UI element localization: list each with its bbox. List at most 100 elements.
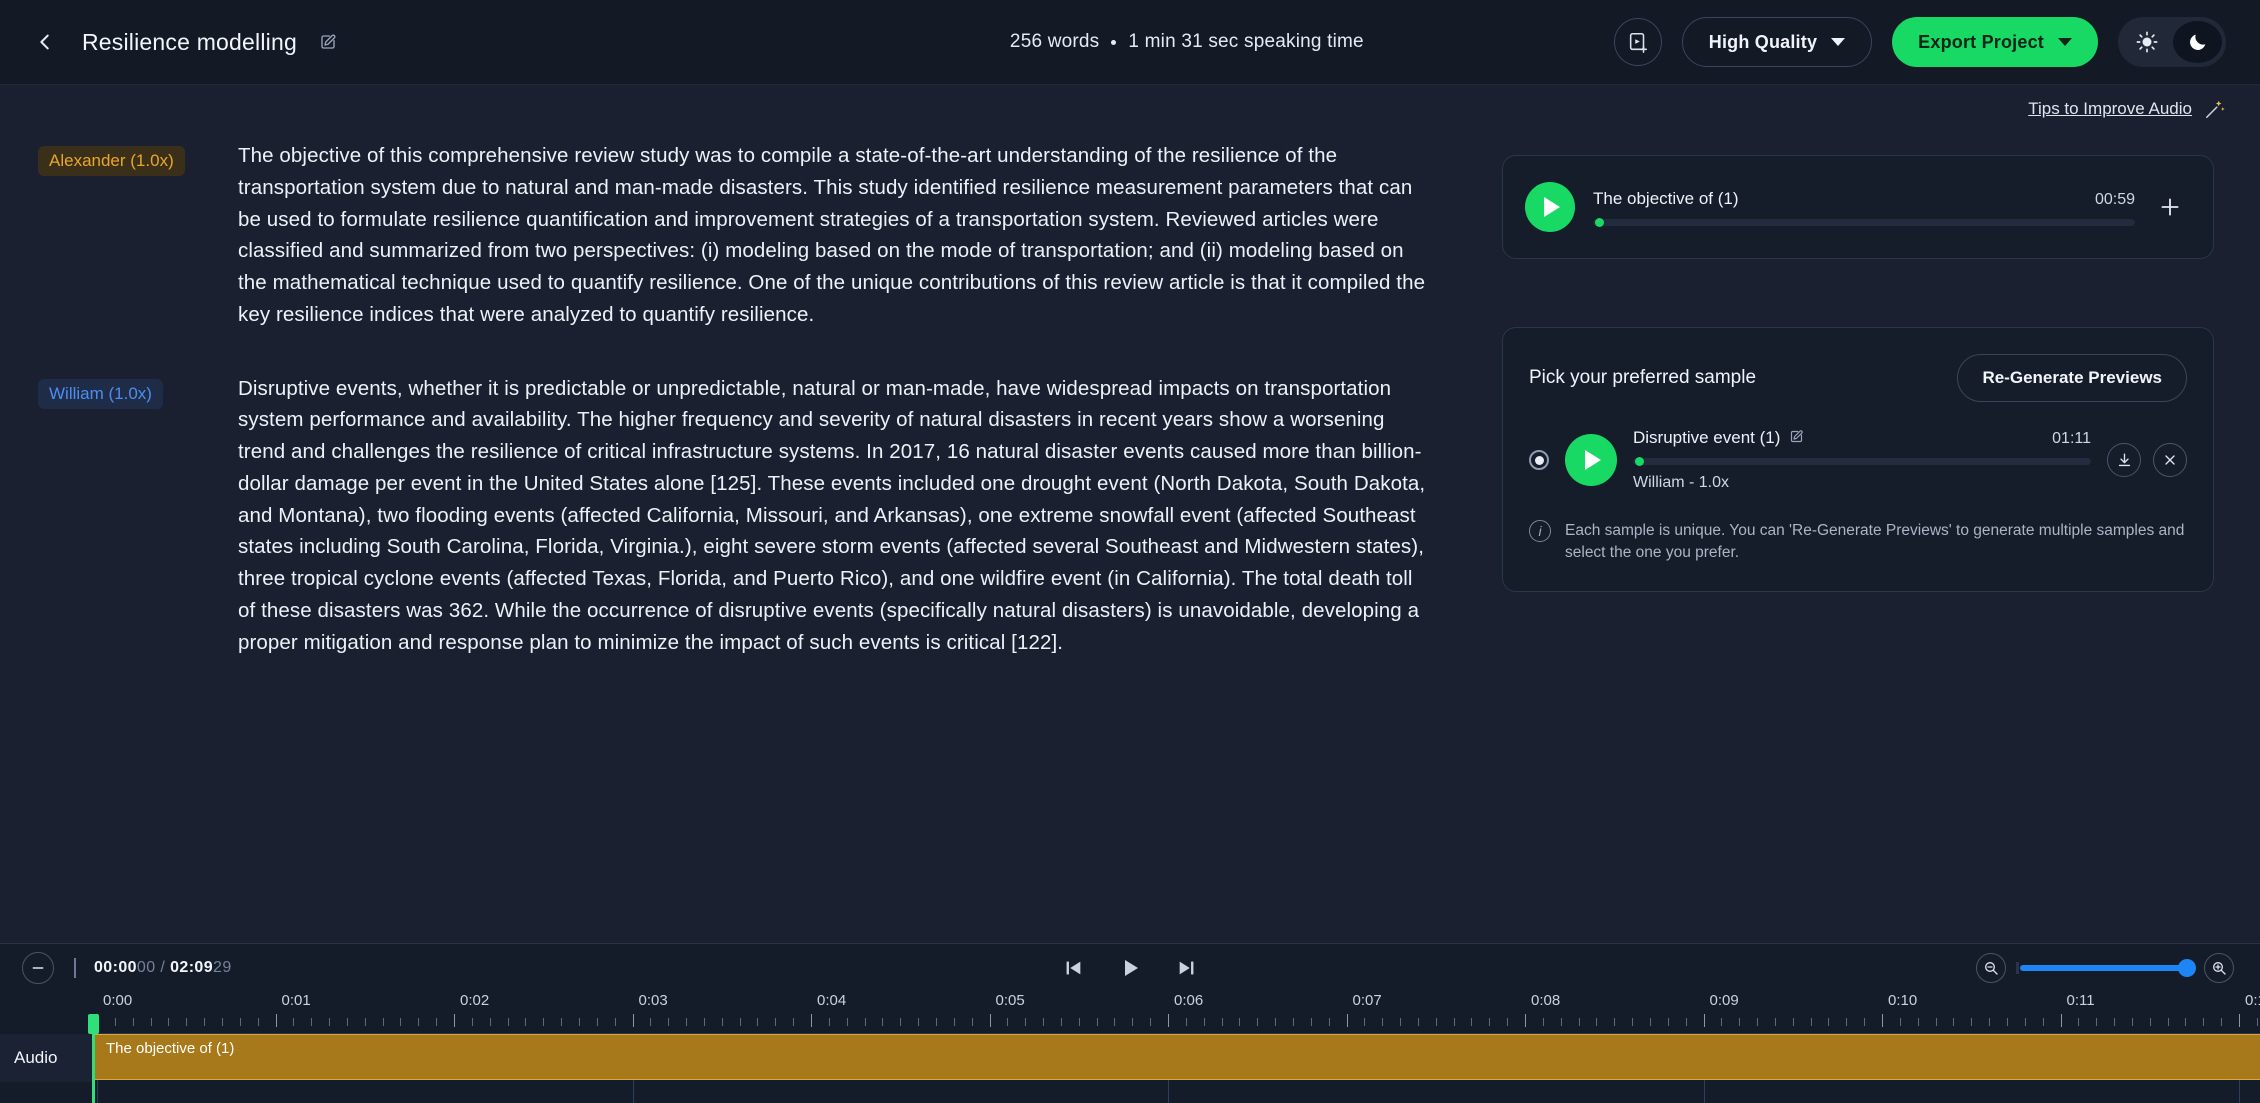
timeline-secondary-lane[interactable] xyxy=(92,1080,2260,1103)
ruler-minor-tick xyxy=(1650,1018,1651,1026)
meta-separator-dot xyxy=(1111,40,1116,45)
ruler-minor-tick xyxy=(418,1018,419,1026)
audio-progress-bar[interactable] xyxy=(1593,219,2135,226)
ruler-major-tick xyxy=(1882,1014,1883,1027)
quality-dropdown[interactable]: High Quality xyxy=(1682,17,1872,67)
playhead[interactable] xyxy=(92,1014,95,1103)
skip-next-icon[interactable] xyxy=(1176,957,1198,979)
edit-pencil-icon[interactable] xyxy=(319,33,337,51)
ruler-minor-tick xyxy=(793,1018,794,1026)
edit-pencil-icon[interactable] xyxy=(1789,429,1807,447)
ruler-minor-tick xyxy=(1614,1018,1615,1026)
sun-icon[interactable] xyxy=(2122,21,2171,63)
ruler-minor-tick xyxy=(1025,1018,1026,1026)
speaker-badge-alexander[interactable]: Alexander (1.0x) xyxy=(38,146,185,176)
ruler-major-tick xyxy=(276,1014,277,1027)
radio-selected-icon[interactable] xyxy=(1529,450,1549,470)
theme-toggle[interactable] xyxy=(2118,17,2226,67)
ruler-label: 0:08 xyxy=(1531,992,1560,1009)
audio-preview-card: The objective of (1) 00:59 xyxy=(1502,155,2214,259)
ruler-minor-tick xyxy=(2043,1018,2044,1026)
regenerate-previews-button[interactable]: Re-Generate Previews xyxy=(1957,354,2187,402)
ruler-minor-tick xyxy=(2257,1018,2258,1026)
download-icon[interactable] xyxy=(2107,443,2141,477)
ruler-minor-tick xyxy=(329,1018,330,1026)
add-video-icon[interactable] xyxy=(1614,18,1662,66)
ruler-minor-tick xyxy=(1739,1018,1740,1026)
paragraph-text[interactable]: Disruptive events, whether it is predict… xyxy=(238,373,1468,659)
moon-icon[interactable] xyxy=(2173,21,2222,63)
ruler-minor-tick xyxy=(1971,1018,1972,1026)
ruler-minor-tick xyxy=(1132,1018,1133,1026)
playhead-handle[interactable] xyxy=(88,1014,99,1034)
ruler-label: 0:05 xyxy=(996,992,1025,1009)
ruler-minor-tick xyxy=(347,1018,348,1026)
plus-icon[interactable] xyxy=(2153,190,2187,224)
close-x-icon[interactable] xyxy=(2153,443,2187,477)
export-project-button[interactable]: Export Project xyxy=(1892,17,2098,67)
sample-card-header: Pick your preferred sample Re-Generate P… xyxy=(1529,354,2187,402)
ruler-minor-tick xyxy=(1900,1018,1901,1026)
ruler-minor-tick xyxy=(1543,1018,1544,1026)
clip-name-text: Disruptive event (1) xyxy=(1633,428,1780,448)
ruler-minor-tick xyxy=(1436,1018,1437,1026)
timeline-ruler[interactable]: 0:000:010:020:030:040:050:060:070:080:09… xyxy=(92,992,2260,1034)
zoom-out-icon[interactable] xyxy=(1976,953,2006,983)
ruler-minor-tick xyxy=(775,1018,776,1026)
app-header: Resilience modelling 256 words 1 min 31 … xyxy=(0,0,2260,85)
ruler-minor-tick xyxy=(1275,1018,1276,1026)
ruler-minor-tick xyxy=(1989,1018,1990,1026)
ruler-minor-tick xyxy=(1668,1018,1669,1026)
ruler-minor-tick xyxy=(115,1018,116,1026)
script-editor: Alexander (1.0x) The objective of this c… xyxy=(0,140,1520,700)
ruler-minor-tick xyxy=(1293,1018,1294,1026)
play-icon[interactable] xyxy=(1525,182,1575,232)
ruler-minor-tick xyxy=(436,1018,437,1026)
speaker-badge-william[interactable]: William (1.0x) xyxy=(38,379,163,409)
ruler-major-tick xyxy=(2061,1014,2062,1027)
paragraph-text[interactable]: The objective of this comprehensive revi… xyxy=(238,140,1468,331)
export-label: Export Project xyxy=(1918,32,2044,53)
ruler-minor-tick xyxy=(972,1018,973,1026)
script-block: William (1.0x) Disruptive events, whethe… xyxy=(0,373,1520,659)
sample-progress-bar[interactable] xyxy=(1633,458,2091,465)
ruler-minor-tick xyxy=(258,1018,259,1026)
header-left-group: Resilience modelling xyxy=(0,27,760,57)
timeline-clip[interactable]: The objective of (1) xyxy=(92,1034,2260,1080)
ruler-minor-tick xyxy=(2007,1018,2008,1026)
back-button[interactable] xyxy=(30,27,60,57)
ruler-minor-tick xyxy=(579,1018,580,1026)
quality-label: High Quality xyxy=(1709,32,1817,53)
minus-icon[interactable] xyxy=(22,952,54,984)
zoom-slider-handle[interactable] xyxy=(2178,959,2196,977)
zoom-slider[interactable] xyxy=(2020,965,2190,971)
ruler-minor-tick xyxy=(472,1018,473,1026)
speaker-column: Alexander (1.0x) xyxy=(0,140,238,331)
ruler-minor-tick xyxy=(1489,1018,1490,1026)
ruler-label: 0:00 xyxy=(103,992,132,1009)
ruler-label: 0:07 xyxy=(1353,992,1382,1009)
progress-handle[interactable] xyxy=(1595,218,1604,227)
tips-to-improve-audio-link[interactable]: Tips to Improve Audio xyxy=(2028,99,2192,119)
ruler-minor-tick xyxy=(1418,1018,1419,1026)
zoom-in-icon[interactable] xyxy=(2204,953,2234,983)
chevron-down-icon xyxy=(2058,38,2072,46)
ruler-minor-tick xyxy=(650,1018,651,1026)
ruler-label: 0:04 xyxy=(817,992,846,1009)
ruler-label: 0:02 xyxy=(460,992,489,1009)
ruler-minor-tick xyxy=(1114,1018,1115,1026)
progress-handle[interactable] xyxy=(1635,457,1644,466)
sample-row-actions xyxy=(2107,443,2187,477)
ruler-major-tick xyxy=(454,1014,455,1027)
ruler-minor-tick xyxy=(1953,1018,1954,1026)
ruler-minor-tick xyxy=(1400,1018,1401,1026)
play-icon[interactable] xyxy=(1118,956,1142,980)
skip-previous-icon[interactable] xyxy=(1062,957,1084,979)
ruler-minor-tick xyxy=(936,1018,937,1026)
play-icon[interactable] xyxy=(1565,434,1617,486)
lane-gridline xyxy=(633,1080,634,1103)
ruler-minor-tick xyxy=(151,1018,152,1026)
ruler-minor-tick xyxy=(1721,1018,1722,1026)
word-count: 256 words xyxy=(1010,31,1099,53)
ruler-minor-tick xyxy=(1061,1018,1062,1026)
